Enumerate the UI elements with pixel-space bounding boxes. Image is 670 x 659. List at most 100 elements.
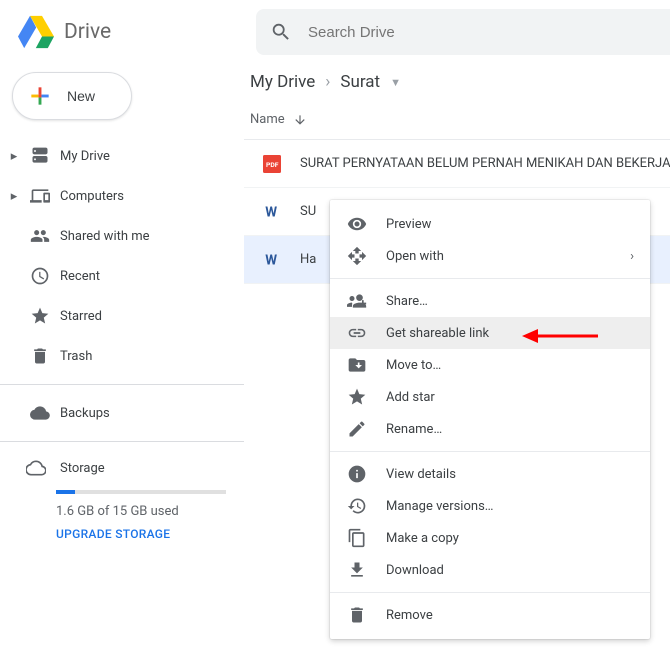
sidebar-item-backups[interactable]: Backups	[0, 393, 244, 433]
header: Drive	[0, 0, 670, 64]
move-to-icon	[346, 355, 368, 375]
search-bar[interactable]	[256, 9, 670, 55]
cloud-icon	[26, 458, 46, 478]
menu-item-move-to[interactable]: Move to…	[330, 349, 650, 381]
sidebar-item-starred[interactable]: Starred	[0, 296, 244, 336]
sidebar-item-shared[interactable]: Shared with me	[0, 216, 244, 256]
chevron-right-icon: ▸	[8, 189, 20, 204]
pdf-icon: PDF	[262, 155, 282, 173]
chevron-down-icon[interactable]: ▼	[390, 76, 401, 89]
upgrade-storage-link[interactable]: UPGRADE STORAGE	[56, 527, 226, 541]
divider	[0, 441, 244, 442]
menu-item-label: Share…	[386, 294, 428, 309]
star-icon	[346, 387, 368, 407]
rename-icon	[346, 419, 368, 439]
open-with-icon	[346, 246, 368, 266]
trash-icon	[28, 346, 52, 366]
sidebar-item-label: Computers	[60, 189, 124, 204]
menu-item-label: Add star	[386, 390, 435, 405]
menu-item-share[interactable]: Share…	[330, 285, 650, 317]
sidebar-item-label: My Drive	[60, 149, 110, 164]
breadcrumb: My Drive › Surat ▼	[244, 68, 670, 106]
context-menu: Preview Open with › Share… Get shareable…	[330, 200, 650, 639]
link-icon	[346, 323, 368, 343]
menu-item-add-star[interactable]: Add star	[330, 381, 650, 413]
column-header-label: Name	[250, 112, 285, 127]
menu-item-get-shareable-link[interactable]: Get shareable link	[330, 317, 650, 349]
storage-used-text: 1.6 GB of 15 GB used	[56, 504, 226, 519]
plus-icon	[27, 83, 53, 109]
trash-icon	[346, 605, 368, 625]
sidebar-item-trash[interactable]: Trash	[0, 336, 244, 376]
copy-icon	[346, 528, 368, 548]
sidebar-item-label: Recent	[60, 269, 100, 284]
breadcrumb-root[interactable]: My Drive	[250, 72, 315, 92]
menu-item-label: Make a copy	[386, 531, 459, 546]
download-icon	[346, 560, 368, 580]
app-name: Drive	[64, 20, 111, 44]
menu-item-label: Get shareable link	[386, 326, 489, 341]
menu-item-label: Remove	[386, 608, 433, 623]
svg-text:W: W	[265, 204, 277, 220]
menu-item-rename[interactable]: Rename…	[330, 413, 650, 445]
menu-item-label: View details	[386, 467, 456, 482]
search-input[interactable]	[308, 24, 670, 41]
storage-block: Storage 1.6 GB of 15 GB used UPGRADE STO…	[0, 450, 244, 549]
logo-area[interactable]: Drive	[0, 14, 256, 50]
menu-item-label: Move to…	[386, 358, 441, 373]
recent-icon	[28, 266, 52, 286]
sidebar-item-label: Trash	[60, 349, 92, 364]
info-icon	[346, 464, 368, 484]
menu-item-label: Download	[386, 563, 444, 578]
menu-item-label: Manage versions…	[386, 499, 493, 514]
new-button[interactable]: New	[12, 72, 132, 120]
chevron-right-icon: ▸	[8, 149, 20, 164]
menu-item-view-details[interactable]: View details	[330, 458, 650, 490]
sidebar-item-computers[interactable]: ▸ Computers	[0, 176, 244, 216]
menu-item-remove[interactable]: Remove	[330, 599, 650, 631]
file-row[interactable]: PDF SURAT PERNYATAAN BELUM PERNAH MENIKA…	[244, 140, 670, 188]
storage-bar	[56, 490, 226, 494]
star-icon	[28, 306, 52, 326]
sidebar-item-label: Shared with me	[60, 229, 150, 244]
sidebar-item-label: Backups	[60, 406, 110, 421]
sidebar-item-recent[interactable]: Recent	[0, 256, 244, 296]
share-icon	[346, 291, 368, 311]
svg-text:W: W	[265, 252, 277, 268]
menu-item-label: Preview	[386, 217, 431, 232]
word-icon: W	[262, 251, 282, 269]
search-icon	[270, 21, 292, 43]
menu-item-label: Open with	[386, 249, 444, 264]
file-name: Ha	[300, 252, 316, 267]
menu-separator	[330, 278, 650, 279]
word-icon: W	[262, 203, 282, 221]
file-name: SURAT PERNYATAAN BELUM PERNAH MENIKAH DA…	[300, 156, 670, 171]
menu-item-make-copy[interactable]: Make a copy	[330, 522, 650, 554]
sidebar-item-my-drive[interactable]: ▸ My Drive	[0, 136, 244, 176]
menu-separator	[330, 592, 650, 593]
new-button-label: New	[67, 88, 95, 104]
storage-title: Storage	[60, 461, 105, 476]
sidebar-item-label: Starred	[60, 309, 102, 324]
backups-icon	[28, 403, 52, 423]
sort-arrow-icon	[293, 113, 307, 127]
chevron-right-icon: ›	[630, 249, 634, 264]
menu-item-label: Rename…	[386, 422, 442, 437]
menu-item-download[interactable]: Download	[330, 554, 650, 586]
svg-text:PDF: PDF	[266, 161, 279, 169]
column-header-name[interactable]: Name	[244, 106, 670, 140]
shared-icon	[28, 226, 52, 246]
sidebar: New ▸ My Drive ▸ Computers Shared with m…	[0, 64, 244, 659]
chevron-right-icon: ›	[325, 72, 330, 92]
eye-icon	[346, 214, 368, 234]
menu-item-open-with[interactable]: Open with ›	[330, 240, 650, 272]
menu-item-manage-versions[interactable]: Manage versions…	[330, 490, 650, 522]
menu-item-preview[interactable]: Preview	[330, 208, 650, 240]
history-icon	[346, 496, 368, 516]
drive-icon	[28, 146, 52, 166]
breadcrumb-current[interactable]: Surat	[340, 72, 380, 92]
menu-separator	[330, 451, 650, 452]
file-name: SU	[300, 204, 316, 219]
drive-logo-icon	[18, 14, 54, 50]
computers-icon	[28, 186, 52, 206]
